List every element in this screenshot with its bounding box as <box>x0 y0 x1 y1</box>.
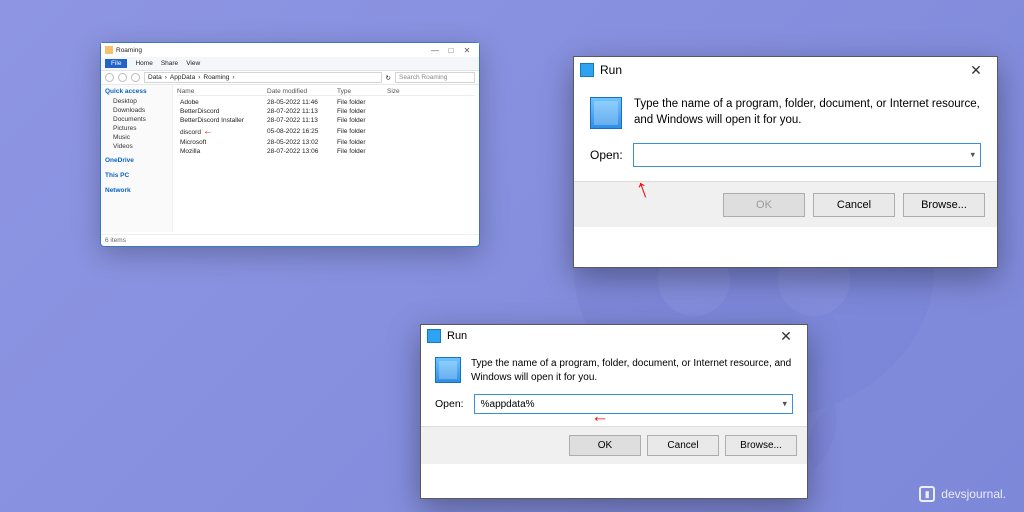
table-row[interactable]: discord←05-08-2022 16:25File folder <box>177 125 475 138</box>
ribbon: File Home Share View <box>101 57 479 71</box>
table-row[interactable]: BetterDiscord28-07-2022 11:13File folder <box>177 107 475 116</box>
cancel-button[interactable]: Cancel <box>647 435 719 456</box>
col-date[interactable]: Date modified <box>267 88 337 95</box>
table-row[interactable]: Mozilla28-07-2022 13:06File folder <box>177 147 475 156</box>
sidebar-item-network[interactable]: Network <box>105 187 168 194</box>
run-titlebar[interactable]: Run ✕ <box>574 57 997 83</box>
sidebar-item-music[interactable]: Music <box>105 133 168 142</box>
ok-button[interactable]: OK <box>569 435 641 456</box>
minimize-button[interactable]: — <box>427 46 443 55</box>
sidebar-item-thispc[interactable]: This PC <box>105 172 168 179</box>
run-description: Type the name of a program, folder, docu… <box>471 357 793 384</box>
up-button[interactable] <box>131 73 140 82</box>
run-title-text: Run <box>600 63 961 77</box>
table-row[interactable]: Microsoft28-05-2022 13:02File folder <box>177 138 475 147</box>
sidebar-item-onedrive[interactable]: OneDrive <box>105 157 168 164</box>
share-tab[interactable]: Share <box>161 60 178 67</box>
run-titlebar[interactable]: Run ✕ <box>421 325 807 347</box>
explorer-sidebar: Quick access Desktop Downloads Documents… <box>101 85 173 232</box>
run-icon <box>427 329 441 343</box>
breadcrumb[interactable]: Data› AppData› Roaming› <box>144 72 382 83</box>
close-button[interactable]: ✕ <box>459 46 475 55</box>
site-credit: ▮ devsjournal. <box>919 486 1006 502</box>
file-explorer-window: Roaming — □ ✕ File Home Share View Data›… <box>100 42 480 247</box>
run-dialog-empty: Run ✕ Type the name of a program, folder… <box>573 56 998 268</box>
col-size[interactable]: Size <box>387 88 475 95</box>
annotation-arrow: → <box>591 411 609 432</box>
cancel-button[interactable]: Cancel <box>813 193 895 217</box>
run-footer: OK Cancel Browse... <box>421 426 807 464</box>
open-input[interactable] <box>633 143 981 167</box>
explorer-titlebar[interactable]: Roaming — □ ✕ <box>101 43 479 57</box>
col-name[interactable]: Name <box>177 88 267 95</box>
sidebar-item-pictures[interactable]: Pictures <box>105 124 168 133</box>
breadcrumb-item[interactable]: Roaming <box>203 74 229 81</box>
status-text: 6 items <box>105 237 126 244</box>
table-row[interactable]: BetterDiscord Installer28-07-2022 11:13F… <box>177 116 475 125</box>
browse-button[interactable]: Browse... <box>725 435 797 456</box>
refresh-button[interactable]: ↻ <box>386 74 391 82</box>
open-input[interactable] <box>474 394 793 414</box>
run-program-icon <box>435 357 461 383</box>
status-bar: 6 items <box>101 234 479 246</box>
run-dialog-appdata: Run ✕ Type the name of a program, folder… <box>420 324 808 499</box>
sidebar-item-videos[interactable]: Videos <box>105 142 168 151</box>
breadcrumb-item[interactable]: AppData <box>170 74 195 81</box>
col-type[interactable]: Type <box>337 88 387 95</box>
sidebar-item-downloads[interactable]: Downloads <box>105 106 168 115</box>
run-title-text: Run <box>447 330 771 342</box>
close-button[interactable]: ✕ <box>771 328 801 345</box>
column-headers[interactable]: Name Date modified Type Size <box>177 88 475 96</box>
browse-button[interactable]: Browse... <box>903 193 985 217</box>
forward-button[interactable] <box>118 73 127 82</box>
maximize-button[interactable]: □ <box>443 46 459 55</box>
file-tab[interactable]: File <box>105 59 127 68</box>
file-list: Name Date modified Type Size Adobe28-05-… <box>173 85 479 232</box>
table-row[interactable]: Adobe28-05-2022 11:46File folder <box>177 98 475 107</box>
open-label: Open: <box>590 148 623 162</box>
run-description: Type the name of a program, folder, docu… <box>634 97 981 128</box>
run-program-icon <box>590 97 622 129</box>
ok-button[interactable]: OK <box>723 193 805 217</box>
close-button[interactable]: ✕ <box>961 62 991 79</box>
folder-icon <box>105 46 113 54</box>
credit-text: devsjournal. <box>941 487 1006 501</box>
view-tab[interactable]: View <box>186 60 200 67</box>
sidebar-item-documents[interactable]: Documents <box>105 115 168 124</box>
window-title: Roaming <box>116 47 427 54</box>
run-icon <box>580 63 594 77</box>
address-bar: Data› AppData› Roaming› ↻ Search Roaming <box>101 71 479 85</box>
open-label: Open: <box>435 398 464 410</box>
back-button[interactable] <box>105 73 114 82</box>
sidebar-item-quick-access[interactable]: Quick access <box>105 88 168 95</box>
search-input[interactable]: Search Roaming <box>395 72 475 83</box>
sidebar-item-desktop[interactable]: Desktop <box>105 97 168 106</box>
breadcrumb-item[interactable]: Data <box>148 74 162 81</box>
credit-icon: ▮ <box>919 486 935 502</box>
home-tab[interactable]: Home <box>135 60 152 67</box>
